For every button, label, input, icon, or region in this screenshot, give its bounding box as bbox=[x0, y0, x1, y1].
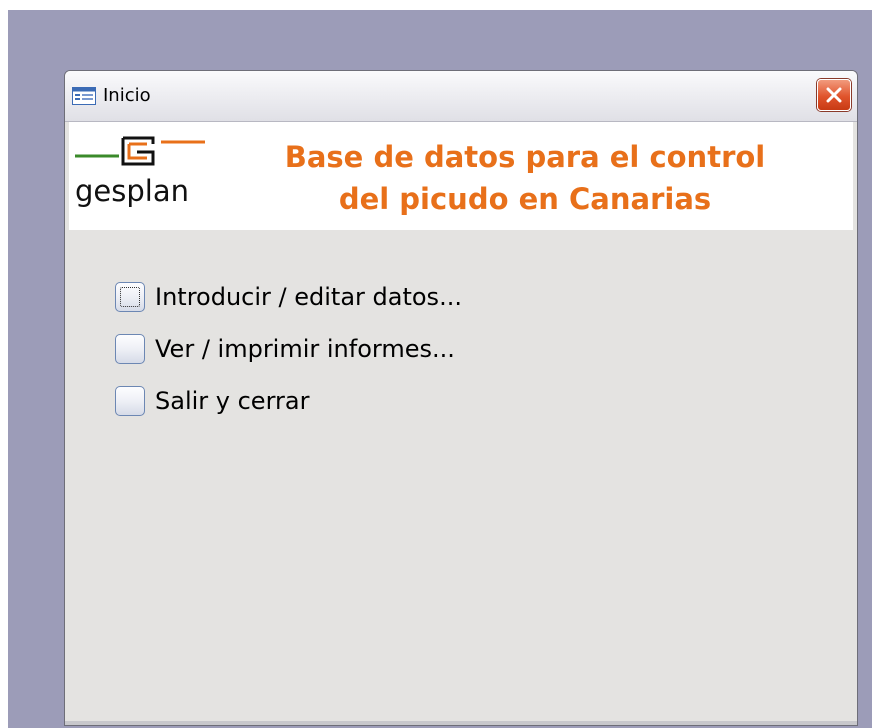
introducir-button[interactable] bbox=[115, 282, 145, 312]
menu-item-label: Salir y cerrar bbox=[155, 387, 310, 415]
ver-informes-button[interactable] bbox=[115, 334, 145, 364]
desktop-background: Inicio gesplan Base de datos para el con… bbox=[8, 10, 872, 728]
menu-item-label: Ver / imprimir informes... bbox=[155, 335, 455, 363]
gesplan-logo-icon bbox=[75, 136, 205, 166]
window-bottom-border bbox=[65, 721, 857, 725]
inicio-window: Inicio gesplan Base de datos para el con… bbox=[64, 70, 858, 726]
salir-button[interactable] bbox=[115, 386, 145, 416]
gesplan-logo: gesplan bbox=[75, 130, 225, 216]
menu-item-ver-informes[interactable]: Ver / imprimir informes... bbox=[115, 323, 462, 375]
close-button[interactable] bbox=[817, 79, 851, 111]
menu-item-salir[interactable]: Salir y cerrar bbox=[115, 375, 462, 427]
window-title: Inicio bbox=[103, 85, 151, 106]
menu-item-label: Introducir / editar datos... bbox=[155, 283, 462, 311]
logo-text: gesplan bbox=[75, 174, 189, 208]
header-banner: gesplan Base de datos para el control de… bbox=[69, 122, 853, 230]
page-title-line-2: del picudo en Canarias bbox=[338, 182, 712, 216]
menu-item-introducir[interactable]: Introducir / editar datos... bbox=[115, 271, 462, 323]
page-title-line-1: Base de datos para el control bbox=[284, 140, 766, 174]
title-bar[interactable]: Inicio bbox=[65, 71, 857, 122]
close-icon bbox=[826, 87, 842, 103]
form-icon bbox=[72, 87, 96, 105]
page-title: Base de datos para el control del picudo… bbox=[245, 136, 805, 220]
main-menu: Introducir / editar datos... Ver / impri… bbox=[115, 271, 462, 427]
